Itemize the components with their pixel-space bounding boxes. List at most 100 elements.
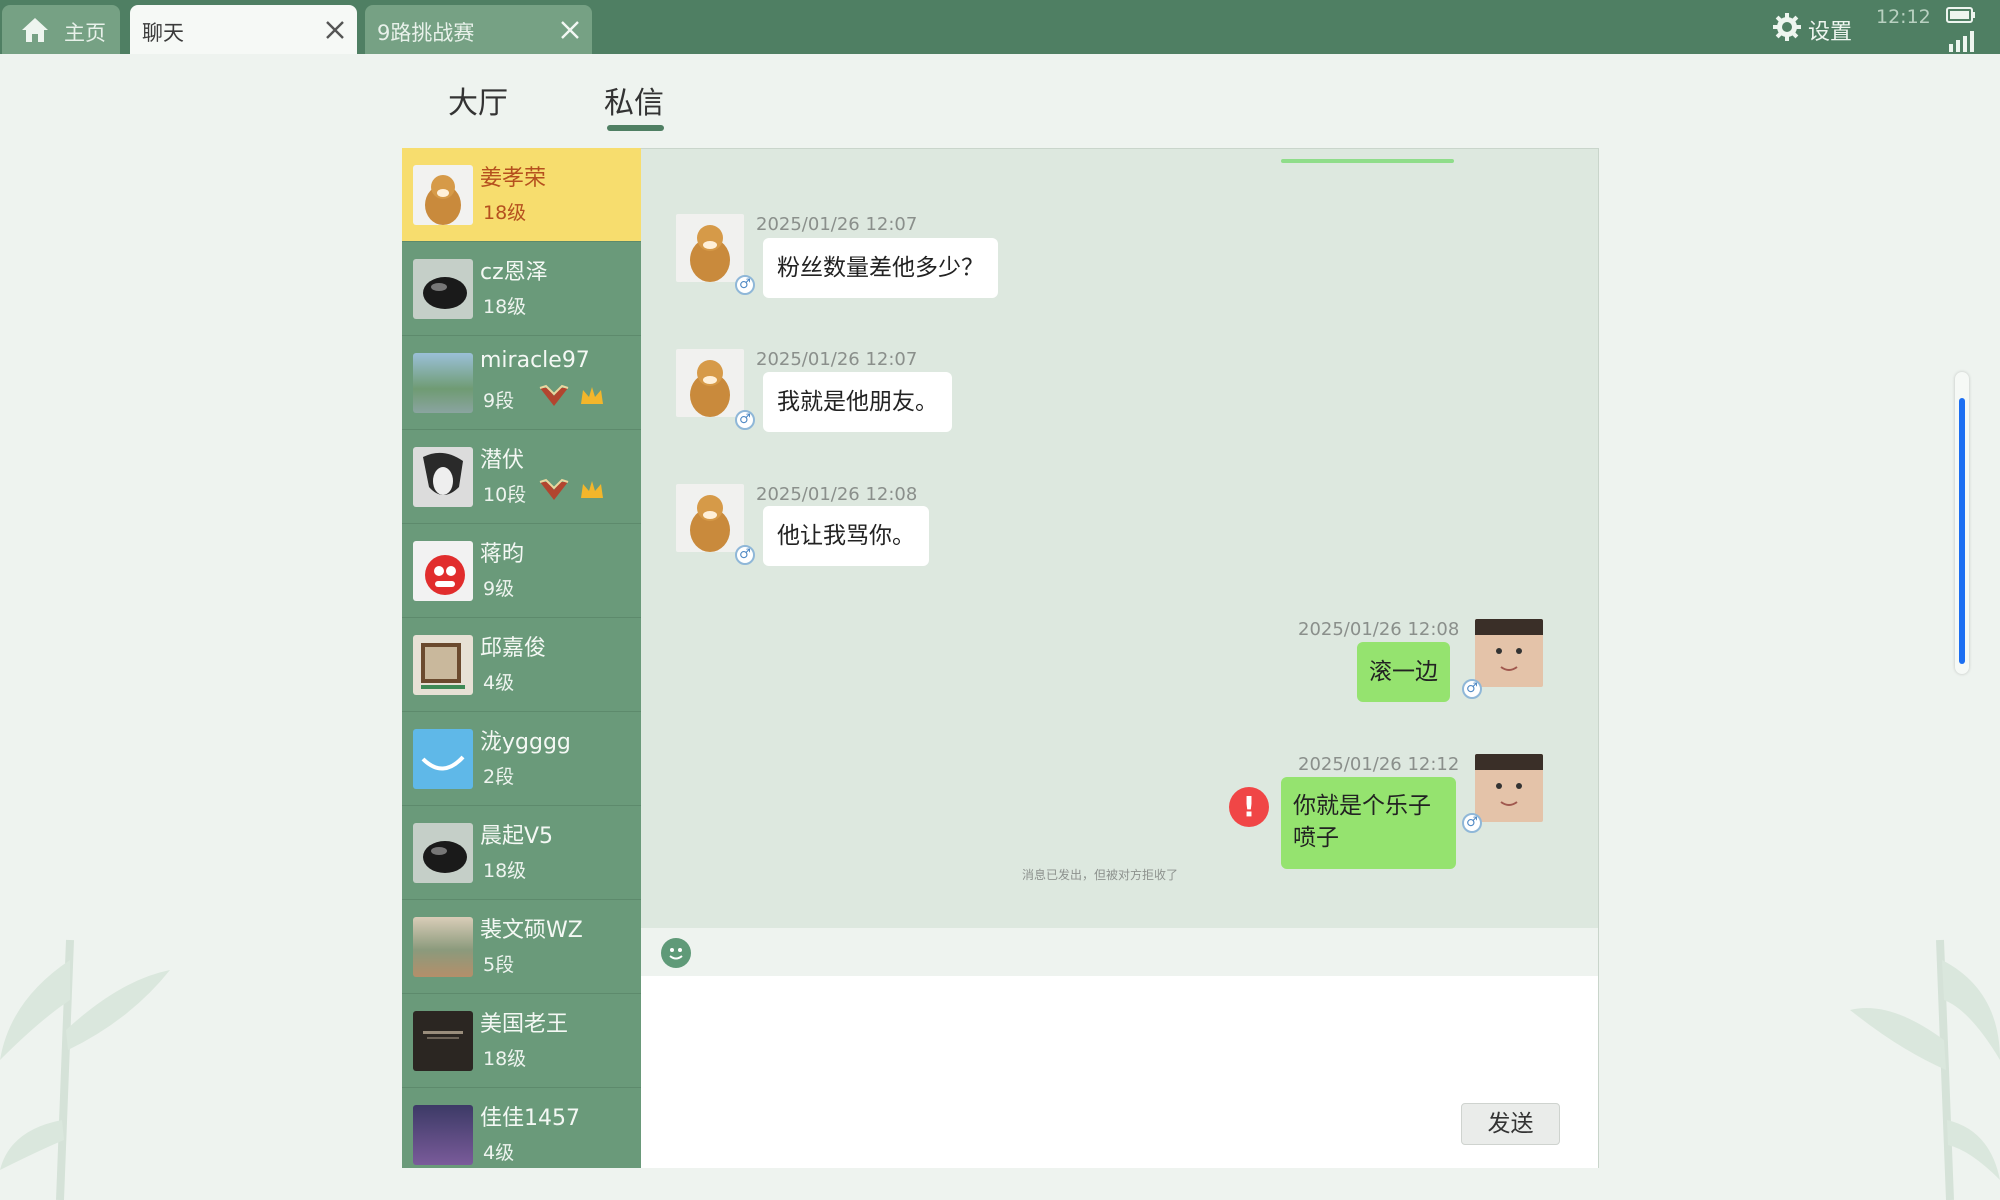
avatar	[413, 447, 473, 507]
message-time: 2025/01/26 12:08	[756, 484, 918, 505]
message-bubble[interactable]: 粉丝数量差他多少？	[763, 238, 998, 298]
contact-item[interactable]: miracle97 9段	[402, 336, 641, 430]
tab-game-label: 9路挑战赛	[377, 21, 475, 45]
contact-rank: 18级	[483, 296, 527, 318]
contact-name: miracle97	[480, 348, 590, 373]
contact-name: 晨起V5	[480, 824, 554, 849]
tab-9-challenge[interactable]: 9路挑战赛	[365, 5, 592, 54]
bamboo-decoration-right	[1850, 939, 2000, 1200]
contact-item[interactable]: 裴文硕WZ 5段	[402, 900, 641, 994]
avatar	[413, 165, 473, 225]
input-toolbar	[641, 928, 1599, 976]
status-clock: 12:12	[1876, 6, 1931, 28]
contact-item[interactable]: cz恩泽 18级	[402, 242, 641, 336]
contact-rank: 9段	[483, 390, 515, 412]
avatar	[413, 823, 473, 883]
scroll-indicator	[1281, 159, 1454, 163]
self-avatar[interactable]	[1475, 754, 1543, 822]
home-icon	[22, 18, 48, 42]
avatar	[413, 1105, 473, 1165]
scrollbar[interactable]	[1955, 372, 1969, 674]
contact-item[interactable]: 潜伏 10段	[402, 430, 641, 524]
close-icon[interactable]	[323, 18, 347, 42]
tab-chat-label: 聊天	[142, 21, 184, 45]
message-time: 2025/01/26 12:07	[756, 349, 918, 370]
male-gender-icon: ♂	[735, 545, 755, 565]
contact-item[interactable]: 蒋昀 9级	[402, 524, 641, 618]
message-bubble-self[interactable]: 你就是个乐子 喷子	[1281, 777, 1456, 869]
scrollbar-thumb[interactable]	[1959, 398, 1965, 664]
contact-rank: 10段	[483, 484, 527, 506]
contact-rank: 4级	[483, 1142, 515, 1164]
message-time: 2025/01/26 12:08	[1298, 619, 1460, 640]
tab-private-message[interactable]: 私信	[604, 78, 664, 122]
sender-avatar[interactable]	[676, 349, 744, 417]
contact-rank: 18级	[483, 860, 527, 882]
contact-item[interactable]: 晨起V5 18级	[402, 806, 641, 900]
crown-icon	[581, 481, 603, 498]
message-time: 2025/01/26 12:12	[1298, 754, 1460, 775]
avatar	[413, 541, 473, 601]
contact-name: 姜孝荣	[480, 166, 547, 191]
reject-notice: 消息已发出，但被对方拒收了	[1022, 868, 1179, 882]
contact-name: 美国老王	[480, 1012, 569, 1037]
crown-icon	[581, 387, 603, 404]
tab-home-label: 主页	[64, 21, 106, 45]
contact-rank: 18级	[483, 202, 527, 224]
avatar	[413, 917, 473, 977]
tab-chat[interactable]: 聊天	[130, 5, 357, 54]
avatar	[413, 729, 473, 789]
contact-item[interactable]: 邱嘉俊 4级	[402, 618, 641, 712]
contact-list[interactable]: 姜孝荣 18级 cz恩泽 18级 miracle97 9段 潜伏 10段 蒋昀 …	[402, 148, 641, 1168]
self-avatar[interactable]	[1475, 619, 1543, 687]
contact-item[interactable]: 佳佳1457 4级	[402, 1088, 641, 1168]
avatar	[413, 635, 473, 695]
tab-hall[interactable]: 大厅	[448, 78, 508, 122]
gear-icon	[1773, 13, 1801, 41]
avatar	[413, 259, 473, 319]
male-gender-icon: ♂	[1462, 679, 1482, 699]
active-tab-indicator	[607, 125, 664, 131]
send-button[interactable]: 发送	[1461, 1103, 1560, 1145]
message-bubble[interactable]: 我就是他朋友。	[763, 372, 952, 432]
male-gender-icon: ♂	[735, 410, 755, 430]
male-gender-icon: ♂	[735, 275, 755, 295]
contact-rank: 4级	[483, 672, 515, 694]
sender-avatar[interactable]	[676, 214, 744, 282]
contact-item[interactable]: 泷ygggg 2段	[402, 712, 641, 806]
top-bar: 主页 聊天 9路挑战赛 设置 12:12	[0, 0, 2000, 54]
contact-name: 潜伏	[480, 448, 525, 473]
contact-name: cz恩泽	[480, 260, 548, 285]
settings-label: 设置	[1808, 20, 1853, 45]
vip-badge-icon	[539, 478, 569, 500]
message-input[interactable]	[641, 976, 1599, 1168]
send-error-icon[interactable]: !	[1229, 787, 1269, 827]
signal-icon	[1949, 31, 1974, 52]
vip-badge-icon	[539, 384, 569, 406]
contact-rank: 18级	[483, 1048, 527, 1070]
message-bubble-self[interactable]: 滚一边	[1357, 642, 1450, 702]
avatar	[413, 353, 473, 413]
contact-name: 蒋昀	[480, 542, 525, 567]
contact-name: 裴文硕WZ	[480, 918, 583, 943]
contact-name: 泷ygggg	[480, 730, 571, 755]
contact-item[interactable]: 姜孝荣 18级	[402, 148, 641, 242]
message-text-line: 你就是个乐子	[1293, 793, 1431, 819]
contact-item[interactable]: 美国老王 18级	[402, 994, 641, 1088]
message-bubble[interactable]: 他让我骂你。	[763, 506, 929, 566]
sender-avatar[interactable]	[676, 484, 744, 552]
contact-rank: 5段	[483, 954, 515, 976]
message-time: 2025/01/26 12:07	[756, 214, 918, 235]
contact-rank: 2段	[483, 766, 515, 788]
close-icon[interactable]	[558, 18, 582, 42]
message-text-line: 喷子	[1293, 825, 1339, 851]
avatar	[413, 1011, 473, 1071]
bamboo-decoration-left	[0, 939, 170, 1200]
contact-name: 邱嘉俊	[480, 636, 547, 661]
contact-name: 佳佳1457	[480, 1106, 580, 1131]
contact-rank: 9级	[483, 578, 515, 600]
emoji-icon[interactable]	[661, 938, 691, 968]
tab-home[interactable]: 主页	[2, 5, 120, 54]
battery-icon	[1946, 7, 1975, 23]
male-gender-icon: ♂	[1462, 813, 1482, 833]
